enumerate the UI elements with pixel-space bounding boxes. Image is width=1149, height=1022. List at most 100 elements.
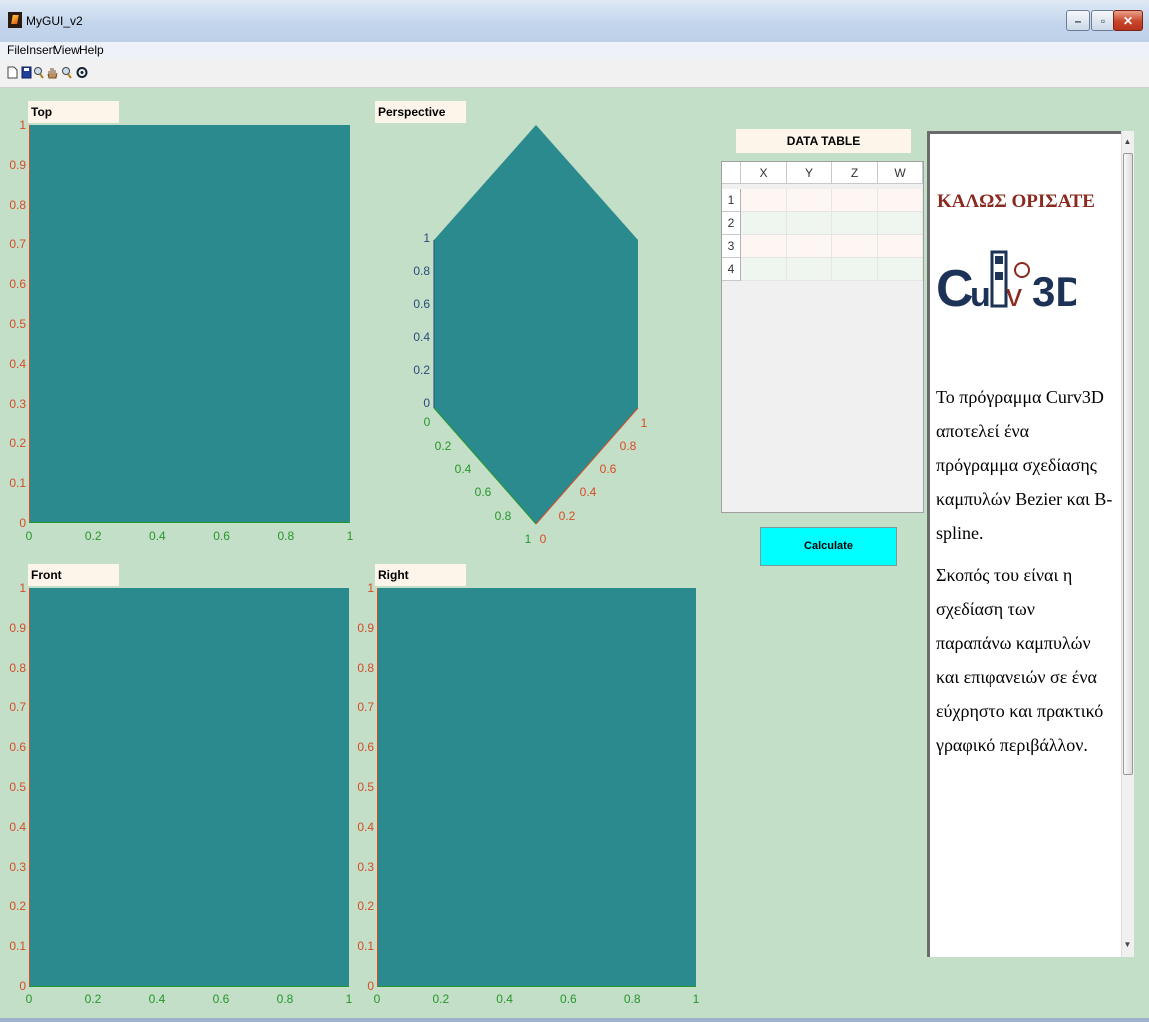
- pan-hand-icon[interactable]: [46, 66, 58, 79]
- scroll-down-icon[interactable]: ▼: [1122, 940, 1133, 949]
- right-plot-title: Right: [375, 564, 466, 586]
- front-y-tick: 0.5: [9, 780, 26, 794]
- front-x-tick: 0.6: [212, 992, 230, 1006]
- curv3d-logo: C u v 3D: [936, 250, 1076, 312]
- rotate-3d-icon[interactable]: [76, 66, 88, 79]
- row-header[interactable]: 4: [722, 258, 741, 281]
- right-y-tick: 0.9: [357, 620, 374, 635]
- table-cell[interactable]: [878, 258, 923, 280]
- menu-file[interactable]: File: [7, 43, 26, 57]
- table-cell[interactable]: [787, 212, 832, 234]
- menu-help[interactable]: Help: [79, 43, 104, 57]
- welcome-heading: ΚΑΛΩΣ ΟΡΙΣΑΤΕ: [937, 191, 1095, 212]
- right-y-tick: 0: [367, 979, 374, 993]
- close-button[interactable]: ✕: [1113, 10, 1143, 31]
- front-y-tick: 0.8: [9, 660, 26, 675]
- persp-y-tick: 0: [540, 532, 547, 546]
- row-header[interactable]: 3: [722, 235, 741, 258]
- row-header[interactable]: 2: [722, 212, 741, 235]
- front-y-tick: 0.4: [9, 819, 26, 834]
- persp-y-tick: 0.6: [600, 462, 617, 476]
- front-y-tick: 0.2: [9, 899, 26, 914]
- right-plot-y-axis: [377, 588, 378, 986]
- front-x-tick: 0.8: [276, 992, 294, 1006]
- welcome-paragraph: Το πρόγραμμα Curv3D αποτελεί ένα πρόγραμ…: [936, 387, 1113, 543]
- persp-x-tick: 1: [525, 532, 532, 546]
- right-x-tick: 0.4: [496, 992, 513, 1006]
- right-plot-axes[interactable]: [378, 588, 696, 986]
- table-cell[interactable]: [741, 235, 787, 257]
- scroll-thumb[interactable]: [1123, 153, 1133, 775]
- matlab-app-icon: [8, 12, 22, 28]
- table-row[interactable]: [741, 189, 923, 212]
- top-plot-y-axis: [29, 125, 30, 523]
- right-y-tick: 0.2: [357, 899, 374, 914]
- column-header-x[interactable]: X: [741, 162, 787, 184]
- calculate-button[interactable]: Calculate: [760, 527, 897, 566]
- menu-insert[interactable]: Insert: [26, 43, 56, 57]
- table-row[interactable]: [741, 235, 923, 258]
- persp-z-tick: 0: [423, 396, 430, 410]
- toolbar: [0, 59, 1149, 88]
- column-header-z[interactable]: Z: [832, 162, 878, 184]
- top-y-tick: 0.4: [9, 356, 26, 371]
- table-cell[interactable]: [787, 235, 832, 257]
- right-y-tick: 0.3: [357, 859, 374, 874]
- table-cell[interactable]: [832, 235, 878, 257]
- persp-x-tick: 0.8: [495, 509, 512, 523]
- scroll-up-icon[interactable]: ▲: [1122, 137, 1133, 146]
- column-header-w[interactable]: W: [878, 162, 923, 184]
- table-cell[interactable]: [741, 189, 787, 211]
- perspective-plot-axes[interactable]: 1 0.8 0.6 0.4 0.2 0 0 0.2 0.4 0.6 0.8 1 …: [400, 120, 680, 550]
- top-y-tick: 0.8: [9, 197, 26, 212]
- persp-z-tick: 0.2: [413, 363, 430, 377]
- right-y-tick: 0.1: [357, 939, 374, 954]
- svg-text:v: v: [1006, 277, 1022, 312]
- top-x-tick: 0: [25, 529, 33, 543]
- table-cell[interactable]: [878, 235, 923, 257]
- maximize-button[interactable]: ▫: [1091, 10, 1115, 31]
- table-cell[interactable]: [787, 189, 832, 211]
- front-plot-title: Front: [28, 564, 119, 586]
- menu-bar: [0, 42, 1149, 59]
- table-cell[interactable]: [832, 212, 878, 234]
- front-y-tick: 0.3: [9, 859, 26, 874]
- zoom-in-icon[interactable]: [33, 66, 44, 79]
- zoom-out-icon[interactable]: [61, 66, 72, 79]
- table-corner: [722, 162, 741, 184]
- front-y-tick: 0.6: [9, 740, 26, 755]
- save-icon[interactable]: [21, 66, 32, 79]
- top-y-tick: 0.2: [9, 436, 26, 451]
- front-plot-axes[interactable]: [30, 588, 349, 986]
- menu-view[interactable]: View: [54, 43, 80, 57]
- table-cell[interactable]: [787, 258, 832, 280]
- title-bar: [0, 0, 1149, 43]
- table-cell[interactable]: [878, 212, 923, 234]
- persp-x-tick: 0: [424, 415, 431, 429]
- top-y-tick: 0.9: [9, 157, 26, 172]
- top-plot-axes[interactable]: [30, 125, 350, 523]
- front-y-tick: 0.7: [9, 700, 26, 715]
- minimize-button[interactable]: –: [1066, 10, 1090, 31]
- window-title: MyGUI_v2: [26, 14, 83, 28]
- new-file-icon[interactable]: [7, 66, 18, 79]
- persp-x-tick: 0.2: [435, 439, 452, 453]
- welcome-paragraph: Σκοπός του είναι η σχεδίαση των παραπάνω…: [936, 565, 1104, 755]
- column-header-y[interactable]: Y: [787, 162, 832, 184]
- right-x-tick: 0.6: [560, 992, 577, 1006]
- right-y-tick: 0.7: [357, 700, 374, 715]
- table-cell[interactable]: [878, 189, 923, 211]
- top-x-tick: 0.6: [213, 529, 230, 543]
- data-table[interactable]: X Y Z W 1 2 3 4: [721, 161, 924, 513]
- table-row[interactable]: [741, 258, 923, 281]
- right-y-tick: 1: [367, 581, 374, 595]
- front-x-tick: 0: [25, 992, 33, 1006]
- top-x-tick: 1: [346, 529, 354, 543]
- table-cell[interactable]: [832, 258, 878, 280]
- table-cell[interactable]: [741, 212, 787, 234]
- table-cell[interactable]: [832, 189, 878, 211]
- table-row[interactable]: [741, 212, 923, 235]
- row-header[interactable]: 1: [722, 189, 741, 212]
- table-cell[interactable]: [741, 258, 787, 280]
- persp-y-tick: 0.8: [620, 439, 637, 453]
